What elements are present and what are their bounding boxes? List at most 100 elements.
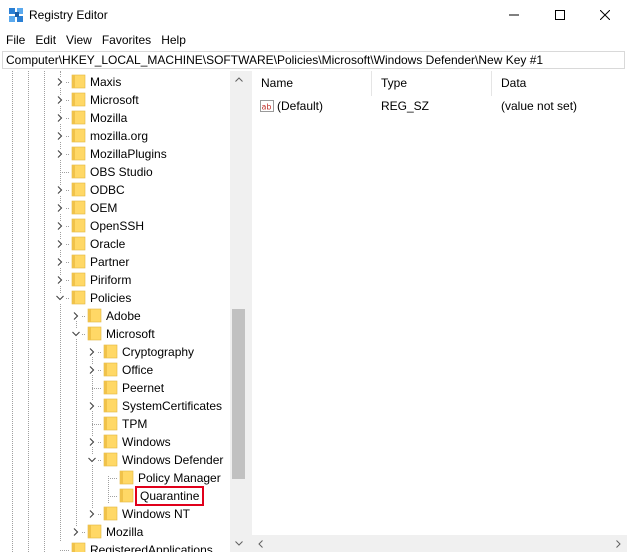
tree-node[interactable]: Office bbox=[0, 361, 230, 379]
tree-node[interactable]: Quarantine bbox=[0, 486, 230, 506]
tree-node[interactable]: Windows Defender bbox=[0, 451, 230, 469]
tree-vertical-scrollbar[interactable] bbox=[230, 71, 247, 552]
tree-node[interactable]: Microsoft bbox=[0, 325, 230, 343]
tree-connector bbox=[92, 388, 101, 389]
tree-node-label: Piriform bbox=[90, 273, 132, 287]
folder-icon bbox=[71, 128, 86, 143]
tree-node[interactable]: OBS Studio bbox=[0, 163, 230, 181]
scroll-down-button[interactable] bbox=[230, 535, 247, 552]
chevron-right-icon[interactable] bbox=[55, 275, 65, 285]
list-horizontal-scrollbar[interactable] bbox=[252, 535, 627, 552]
address-bar[interactable]: Computer\HKEY_LOCAL_MACHINE\SOFTWARE\Pol… bbox=[2, 51, 625, 69]
list-item[interactable]: ab (Default) REG_SZ (value not set) bbox=[252, 97, 627, 115]
chevron-right-icon[interactable] bbox=[87, 509, 97, 519]
column-type-header[interactable]: Type bbox=[372, 71, 492, 96]
tree-node[interactable]: Partner bbox=[0, 253, 230, 271]
chevron-right-icon[interactable] bbox=[55, 95, 65, 105]
folder-icon bbox=[87, 326, 102, 341]
chevron-right-icon[interactable] bbox=[71, 527, 81, 537]
folder-icon bbox=[103, 380, 118, 395]
tree-node-label: Windows NT bbox=[122, 507, 191, 521]
folder-icon bbox=[87, 524, 102, 539]
tree-node[interactable]: Windows NT bbox=[0, 505, 230, 523]
window-title: Registry Editor bbox=[29, 8, 108, 22]
tree-node-label: Adobe bbox=[106, 309, 141, 323]
tree-node-label: Policies bbox=[90, 291, 132, 305]
column-name-header[interactable]: Name bbox=[252, 71, 372, 96]
folder-icon bbox=[71, 542, 86, 552]
tree-connector bbox=[108, 478, 117, 479]
string-value-icon: ab bbox=[260, 100, 274, 112]
scroll-right-button[interactable] bbox=[610, 535, 627, 552]
tree-node[interactable]: Piriform bbox=[0, 271, 230, 289]
folder-icon bbox=[119, 488, 134, 503]
tree-node[interactable]: Adobe bbox=[0, 307, 230, 325]
folder-icon bbox=[71, 200, 86, 215]
maximize-icon bbox=[555, 10, 565, 20]
tree-node[interactable]: Microsoft bbox=[0, 91, 230, 109]
chevron-right-icon[interactable] bbox=[55, 239, 65, 249]
scroll-left-button[interactable] bbox=[252, 535, 269, 552]
column-data-header[interactable]: Data bbox=[492, 71, 627, 96]
tree-node-label: ODBC bbox=[90, 183, 125, 197]
chevron-left-icon bbox=[258, 539, 263, 548]
maximize-button[interactable] bbox=[537, 0, 583, 30]
tree-node-label: TPM bbox=[122, 417, 148, 431]
chevron-right-icon[interactable] bbox=[55, 113, 65, 123]
chevron-up-icon bbox=[234, 77, 243, 82]
tree-node[interactable]: Policies bbox=[0, 289, 230, 307]
folder-icon bbox=[71, 146, 86, 161]
tree-node[interactable]: Policy Manager bbox=[0, 469, 230, 487]
chevron-down-icon[interactable] bbox=[71, 329, 81, 339]
tree-node[interactable]: MozillaPlugins bbox=[0, 145, 230, 163]
folder-icon bbox=[71, 92, 86, 107]
menu-help[interactable]: Help bbox=[155, 30, 190, 50]
tree-node[interactable]: Oracle bbox=[0, 235, 230, 253]
tree-node[interactable]: mozilla.org bbox=[0, 127, 230, 145]
folder-icon bbox=[71, 236, 86, 251]
tree-node[interactable]: Mozilla bbox=[0, 523, 230, 541]
tree-node-label: OpenSSH bbox=[90, 219, 145, 233]
tree-node[interactable]: Cryptography bbox=[0, 343, 230, 361]
chevron-right-icon[interactable] bbox=[55, 221, 65, 231]
value-data: (value not set) bbox=[501, 99, 578, 113]
menu-favorites[interactable]: Favorites bbox=[96, 30, 155, 50]
folder-icon bbox=[103, 398, 118, 413]
tree-node[interactable]: ODBC bbox=[0, 181, 230, 199]
tree-node[interactable]: OEM bbox=[0, 199, 230, 217]
menu-file[interactable]: File bbox=[0, 30, 29, 50]
chevron-right-icon[interactable] bbox=[55, 257, 65, 267]
chevron-right-icon bbox=[616, 539, 621, 548]
chevron-right-icon[interactable] bbox=[87, 401, 97, 411]
chevron-right-icon[interactable] bbox=[55, 203, 65, 213]
tree-node[interactable]: RegisteredApplications bbox=[0, 541, 230, 552]
scroll-up-button[interactable] bbox=[230, 71, 247, 88]
tree-node[interactable]: SystemCertificates bbox=[0, 397, 230, 415]
chevron-right-icon[interactable] bbox=[87, 437, 97, 447]
scroll-thumb[interactable] bbox=[232, 309, 245, 479]
chevron-right-icon[interactable] bbox=[87, 347, 97, 357]
chevron-right-icon[interactable] bbox=[55, 77, 65, 87]
folder-icon bbox=[71, 254, 86, 269]
minimize-button[interactable] bbox=[491, 0, 537, 30]
chevron-right-icon[interactable] bbox=[55, 185, 65, 195]
chevron-right-icon[interactable] bbox=[71, 311, 81, 321]
chevron-down-icon[interactable] bbox=[55, 293, 65, 303]
chevron-right-icon[interactable] bbox=[55, 131, 65, 141]
tree-node[interactable]: Windows bbox=[0, 433, 230, 451]
chevron-right-icon[interactable] bbox=[55, 149, 65, 159]
tree-node[interactable]: OpenSSH bbox=[0, 217, 230, 235]
tree-node[interactable]: Maxis bbox=[0, 73, 230, 91]
chevron-right-icon[interactable] bbox=[87, 365, 97, 375]
folder-icon bbox=[103, 452, 118, 467]
chevron-down-icon[interactable] bbox=[87, 455, 97, 465]
value-name: (Default) bbox=[277, 99, 324, 113]
menu-edit[interactable]: Edit bbox=[29, 30, 60, 50]
close-button[interactable] bbox=[583, 0, 627, 30]
folder-icon bbox=[71, 74, 86, 89]
tree-node-label: MozillaPlugins bbox=[90, 147, 167, 161]
tree-node[interactable]: TPM bbox=[0, 415, 230, 433]
tree-node[interactable]: Peernet bbox=[0, 379, 230, 397]
tree-node[interactable]: Mozilla bbox=[0, 109, 230, 127]
menu-view[interactable]: View bbox=[60, 30, 96, 50]
